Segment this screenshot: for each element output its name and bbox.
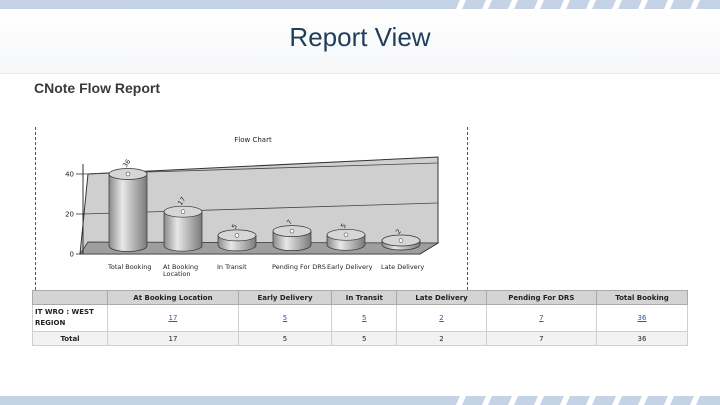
bar-marker (234, 233, 240, 238)
y-tick-label: 20 (65, 211, 74, 219)
count-link[interactable]: 5 (331, 304, 398, 332)
data-label: 36 (121, 158, 132, 169)
x-tick-label: Late Delivery (381, 263, 424, 271)
table-header-cell: Pending For DRS (485, 290, 598, 305)
bar-marker (343, 232, 349, 238)
bar-marker (289, 228, 295, 234)
table-header-cell (32, 290, 108, 305)
table-header-cell: Early Delivery (237, 290, 333, 305)
bar-marker (125, 171, 131, 177)
table-header-cell: At Booking Location (107, 290, 239, 305)
count-link[interactable]: 36 (596, 304, 688, 332)
region-label: IT WRO : WEST REGION (32, 304, 108, 332)
x-tick-label: In Transit (217, 263, 247, 271)
x-tick-label: Location (163, 270, 191, 278)
count-link[interactable]: 7 (485, 304, 598, 332)
bar-marker (180, 209, 186, 214)
total-cell: 5 (331, 331, 398, 346)
bar (163, 211, 203, 252)
report-table: At Booking Location Early Delivery In Tr… (32, 290, 688, 346)
count-link[interactable]: 17 (107, 304, 239, 332)
total-cell: 36 (596, 331, 688, 346)
bar-marker (398, 238, 404, 243)
total-cell: 7 (485, 331, 598, 346)
table-header-cell: Total Booking (596, 290, 688, 305)
y-tick-label: 0 (70, 251, 74, 259)
bar (108, 173, 148, 252)
total-cell: 17 (107, 331, 239, 346)
total-label: Total (32, 331, 108, 346)
table-header-cell: In Transit (331, 290, 398, 305)
count-link[interactable]: 5 (237, 304, 333, 332)
total-cell: 2 (396, 331, 487, 346)
x-tick-label: Pending For DRS (272, 263, 326, 271)
table-row: IT WRO : WEST REGION 17 5 5 2 7 36 (32, 304, 688, 332)
bottom-decorative-stripe (0, 396, 720, 405)
table-header-row: At Booking Location Early Delivery In Tr… (32, 290, 688, 305)
table-header-cell: Late Delivery (396, 290, 487, 305)
total-row: Total 17 5 5 2 7 36 (32, 331, 688, 346)
chart-title: Flow Chart (234, 136, 272, 144)
x-tick-label: Early Delivery (327, 263, 373, 271)
x-tick-label: Total Booking (107, 263, 151, 271)
count-link[interactable]: 2 (396, 304, 487, 332)
total-cell: 5 (237, 331, 333, 346)
y-tick-label: 40 (65, 171, 74, 179)
